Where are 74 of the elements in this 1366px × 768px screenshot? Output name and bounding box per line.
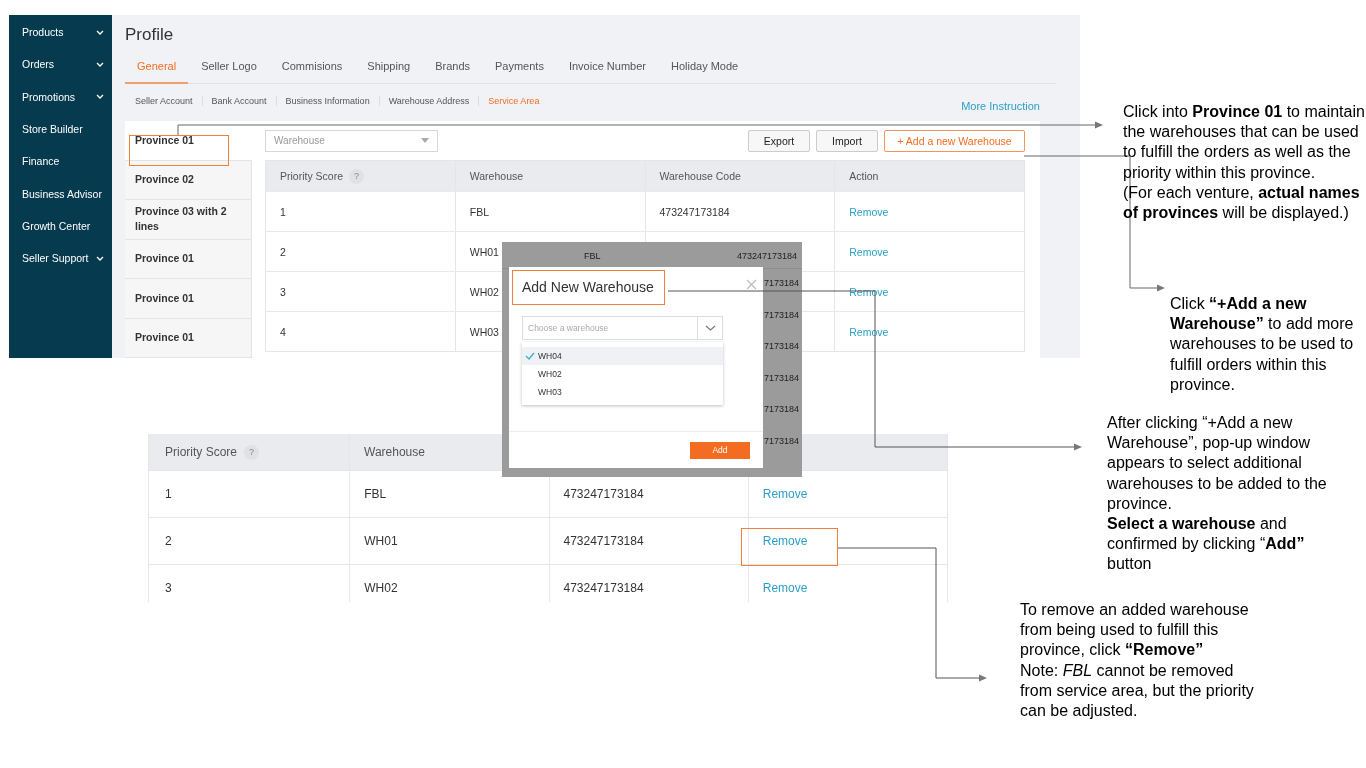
table-cell: 1 xyxy=(165,487,172,501)
column-header: Priority Score xyxy=(165,445,238,459)
check-icon xyxy=(525,352,535,360)
table-cell: WH01 xyxy=(469,245,499,258)
table-cell: 473247173184 xyxy=(659,205,730,218)
table-cell: 2 xyxy=(280,245,286,258)
column-header: Warehouse Code xyxy=(659,170,741,182)
caret-icon xyxy=(421,138,429,143)
table-cell: 2 xyxy=(165,534,172,548)
province-item[interactable]: Province 01 xyxy=(125,318,252,358)
table-cell: 3 xyxy=(280,285,286,298)
table-cell-text: 7173184 xyxy=(764,309,800,322)
sub-tab[interactable]: Warehouse Address xyxy=(378,96,479,106)
dialog-title: Add New Warehouse xyxy=(522,279,654,295)
sidebar-item[interactable]: Business Advisor xyxy=(9,177,112,210)
dropdown-option[interactable]: WH02 xyxy=(522,365,723,383)
callout-text: Note: FBL cannot be removed from service area, but the priority can be adjusted. xyxy=(1020,660,1255,721)
table-cell: WH02 xyxy=(469,285,499,298)
table-cell: 3 xyxy=(165,581,172,595)
sidebar-item[interactable]: Promotions xyxy=(9,80,112,113)
sub-tab[interactable]: Business Information xyxy=(275,96,379,106)
tab[interactable]: Commisions xyxy=(269,60,355,84)
tab[interactable]: Seller Logo xyxy=(189,60,269,84)
table-cell: FBL xyxy=(469,205,489,218)
callout-text: Click into Province 01 to maintain the warehouses that can be used to fulfill the orders as well as the priority within this province. xyxy=(1123,102,1365,183)
province-item[interactable]: Province 01 xyxy=(125,279,252,319)
province-item[interactable]: Province 01 xyxy=(125,239,252,279)
table-cell-text: 7173184 xyxy=(764,435,800,448)
dropdown-option[interactable]: WH04 xyxy=(522,347,723,365)
sidebar-item[interactable]: Store Builder xyxy=(9,112,112,146)
tab[interactable]: Holiday Mode xyxy=(658,60,751,84)
column-header: Warehouse xyxy=(469,170,524,182)
column-header: Priority Score xyxy=(280,170,343,182)
table-cell: WH02 xyxy=(364,581,398,595)
table-cell: WH01 xyxy=(364,534,398,548)
table-cell: 1 xyxy=(280,205,286,218)
table-cell: WH03 xyxy=(469,325,499,338)
action-button[interactable]: Import xyxy=(816,129,878,152)
callout-text: Select a warehouse and confirmed by clicking “Add” button xyxy=(1107,514,1306,575)
tab[interactable]: Payments xyxy=(483,60,556,84)
table-cell: 4 xyxy=(280,325,286,338)
table-cell: FBL xyxy=(364,487,387,501)
column-header: Action xyxy=(849,170,879,182)
page-title: Profile xyxy=(125,24,175,46)
sidebar-item[interactable]: Orders xyxy=(9,48,112,81)
table-cell: 473247173184 xyxy=(563,534,644,548)
dropdown-option[interactable]: WH03 xyxy=(522,383,723,401)
table-cell: 473247173184 xyxy=(563,581,644,595)
province-item[interactable]: Province 02 xyxy=(125,160,252,200)
column-header: Warehouse xyxy=(364,445,425,459)
callout-text: Click “+Add a new Warehouse” to add more warehouses to be used to fulfill orders within this province. xyxy=(1170,294,1355,395)
table-cell-text: 7173184 xyxy=(764,372,800,385)
callout-text: To remove an added warehouse from being used to fulfill this province, click “Remove” xyxy=(1020,600,1250,661)
tab[interactable]: Shipping xyxy=(355,60,423,84)
sub-tab[interactable]: Seller Account xyxy=(135,96,202,106)
table-cell-text: 7173184 xyxy=(764,278,800,290)
action-button[interactable]: Export xyxy=(748,129,810,152)
sidebar-item[interactable]: Finance xyxy=(9,145,112,178)
sidebar-item[interactable]: Products xyxy=(9,16,112,49)
sidebar-item[interactable]: Seller Support xyxy=(9,242,112,275)
sidebar-item[interactable]: Growth Center xyxy=(9,209,112,243)
table-cell-text: 7173184 xyxy=(764,404,800,417)
table-cell: 473247173184 xyxy=(563,487,644,501)
sub-tab[interactable]: Bank Account xyxy=(201,96,276,106)
province-item[interactable]: Province 03 with 2 lines xyxy=(125,200,252,240)
table-cell: 473247173184 xyxy=(737,251,798,261)
tab[interactable]: Invoice Number xyxy=(556,60,658,84)
table-cell-text: 7173184 xyxy=(764,341,800,354)
callout-text: After clicking “+Add a new Warehouse”, pop-up window appears to select additional warehouses to be added to the province. xyxy=(1107,413,1328,514)
chevron-down-icon xyxy=(704,325,716,331)
close-icon[interactable] xyxy=(746,278,757,290)
table-cell: FBL xyxy=(584,251,601,261)
tab[interactable]: Brands xyxy=(423,60,482,84)
callout-text: (For each venture, actual names of provinces will be displayed.) xyxy=(1123,182,1361,223)
